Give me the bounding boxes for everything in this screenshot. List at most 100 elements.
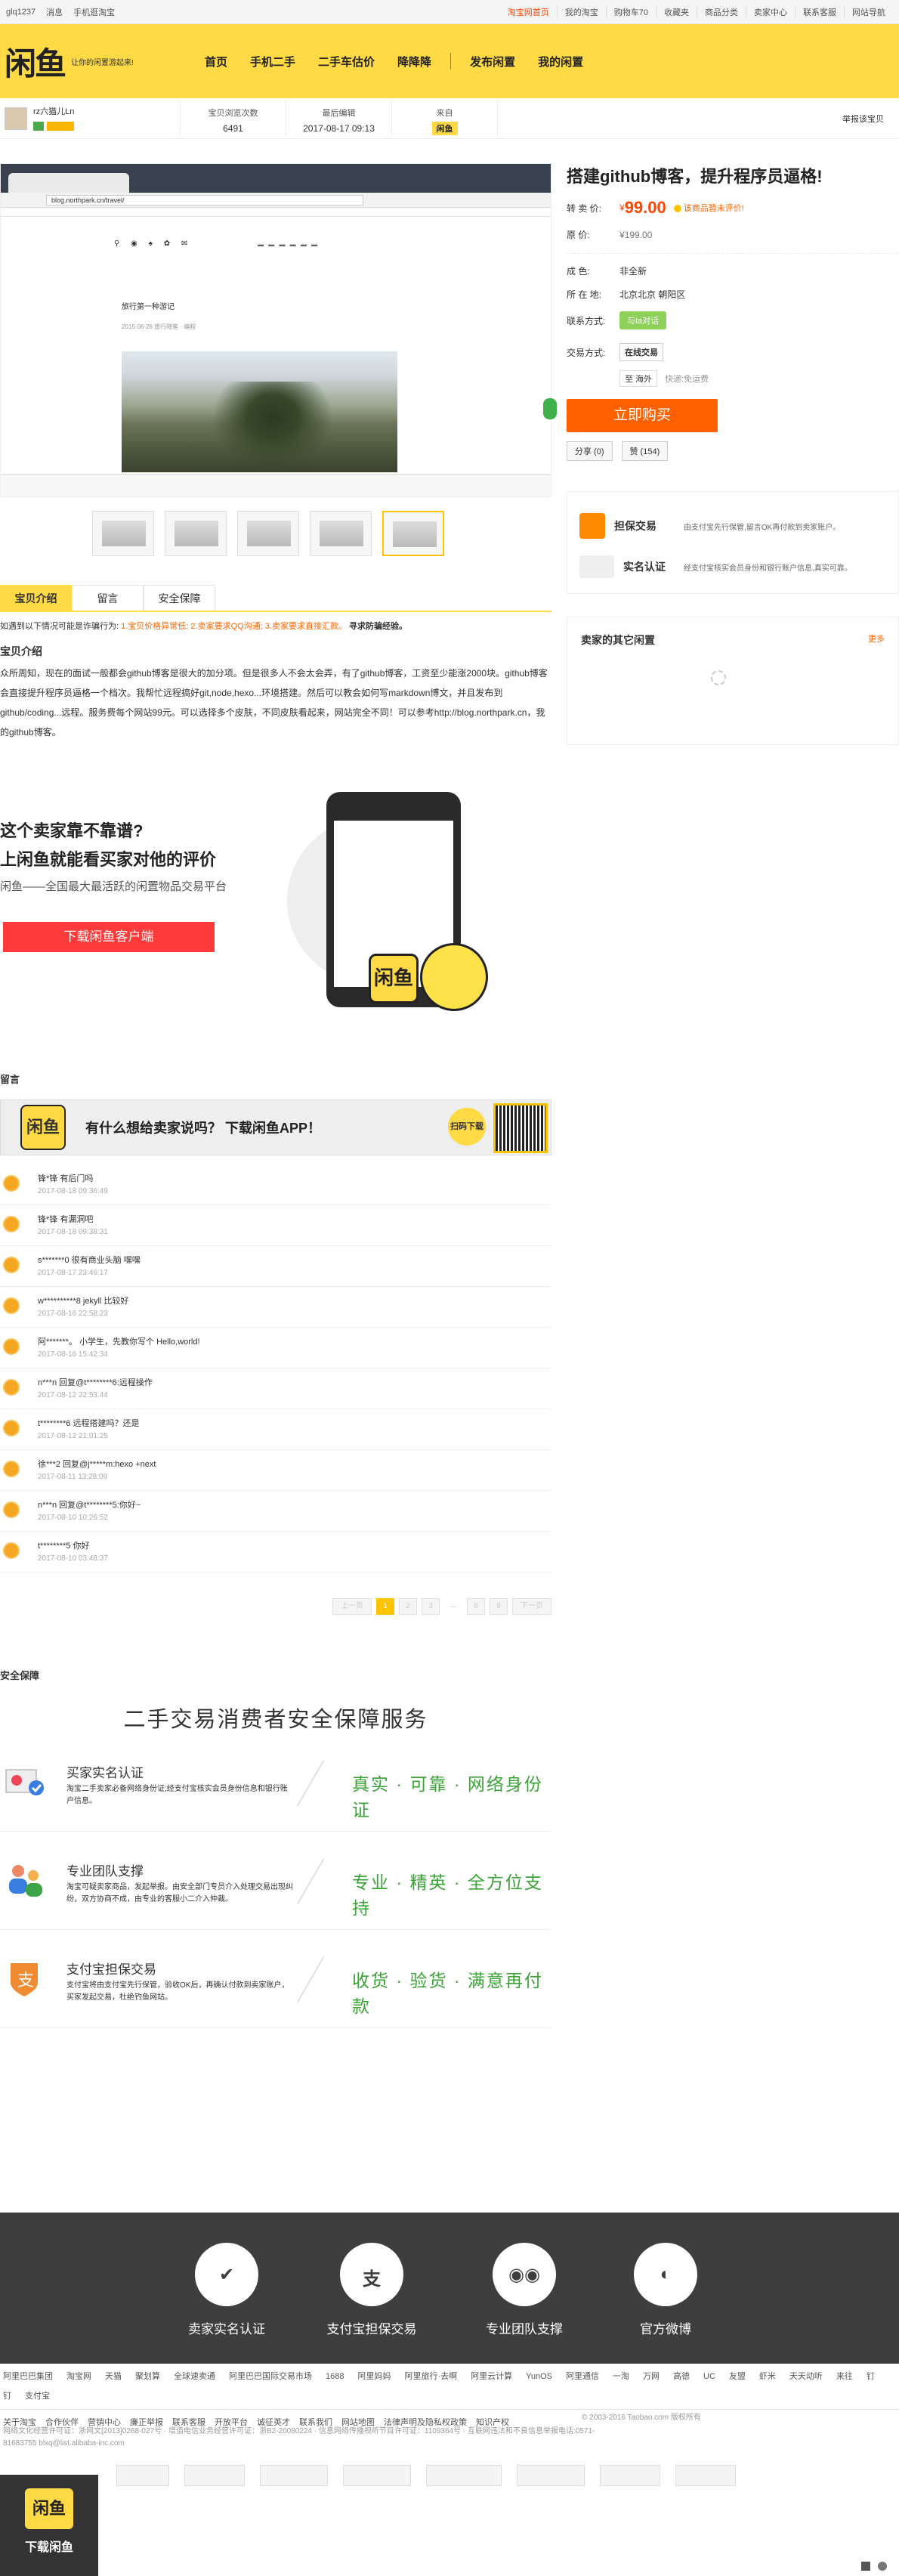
commenter-avatar[interactable] (3, 1379, 20, 1396)
nav-car[interactable]: 二手车估价 (307, 54, 386, 70)
buy-now-button[interactable]: 立即购买 (567, 399, 718, 432)
cert-badge-icon[interactable] (116, 2465, 169, 2486)
partner-link[interactable]: 支付宝 (25, 2392, 50, 2401)
page-button[interactable]: 9 (490, 1598, 508, 1615)
messages-link[interactable]: 消息 (46, 6, 63, 18)
nav-drop[interactable]: 降降降 (386, 54, 443, 70)
nav-mobile[interactable]: 手机二手 (239, 54, 307, 70)
partner-link[interactable]: 阿里巴巴集团 (3, 2372, 53, 2381)
cert-badge-icon[interactable] (260, 2465, 328, 2486)
partner-link[interactable]: 友盟 (729, 2372, 746, 2381)
main-image[interactable]: blog.northpark.cn/travel/ ⚲ ◉ ♠ ✿ ✉ ▬ ▬ … (0, 163, 557, 497)
commenter-avatar[interactable] (3, 1501, 20, 1518)
partner-link[interactable]: YunOS (526, 2372, 552, 2381)
nav-home[interactable]: 首页 (193, 54, 239, 70)
partner-link[interactable]: 天天动听 (789, 2372, 823, 2381)
cert-badge-icon[interactable] (343, 2465, 411, 2486)
thumbnail[interactable] (165, 511, 227, 556)
categories-link[interactable]: 商品分类 (697, 5, 746, 18)
thumbnail[interactable] (310, 511, 372, 556)
notice-tail[interactable]: 寻求防骗经验。 (349, 622, 407, 631)
share-button[interactable]: 分享 (0) (567, 441, 613, 461)
commenter-avatar[interactable] (3, 1338, 20, 1355)
page-button[interactable]: 1 (376, 1598, 394, 1615)
cert-badge-icon[interactable] (675, 2465, 736, 2486)
thumbnail[interactable] (382, 511, 444, 556)
commenter-avatar[interactable] (3, 1542, 20, 1559)
app-banner[interactable]: 闲鱼 有什么想给卖家说吗？ 下载闲鱼APP！ 扫码下载 (0, 1099, 551, 1155)
avatar[interactable] (5, 107, 27, 130)
prev-page-button[interactable]: 上一页 (332, 1598, 372, 1615)
footer-service-item[interactable]: 支支付宝担保交易 (307, 2243, 436, 2337)
partner-link[interactable]: 阿里旅行·去啊 (404, 2372, 457, 2381)
page-button[interactable]: 8 (467, 1598, 485, 1615)
mobile-link[interactable]: 手机逛淘宝 (73, 6, 115, 18)
partner-link[interactable]: UC (703, 2372, 715, 2381)
seller-name[interactable]: rz六猫儿Ln (33, 105, 180, 117)
cert-badge-icon[interactable] (600, 2465, 660, 2486)
commenter-avatar[interactable] (3, 1257, 20, 1273)
download-client-button[interactable]: 下载闲鱼客户端 (3, 922, 215, 952)
taobao-home-link[interactable]: 淘宝网首页 (500, 6, 557, 18)
commenter-avatar[interactable] (3, 1216, 20, 1232)
partner-link[interactable]: 阿里妈妈 (357, 2372, 391, 2381)
nav-my[interactable]: 我的闲置 (527, 54, 595, 70)
page-button[interactable]: 3 (422, 1598, 440, 1615)
app-promo: 这个卖家靠不靠谱? 上闲鱼就能看买家对他的评价 闲鱼——全国最大最活跃的闲置物品… (0, 757, 551, 1059)
comment-item: n***n 回复@t********6:远程操作 2017-08-12 22:53… (0, 1368, 551, 1409)
partner-link[interactable]: 虾米 (759, 2372, 776, 2381)
partner-link[interactable]: 阿里通信 (566, 2372, 599, 2381)
user-name[interactable]: glq1237 (6, 8, 36, 17)
footer-service-item[interactable]: ◐ 官方微博 (601, 2243, 730, 2337)
partner-link[interactable]: 淘宝网 (66, 2372, 91, 2381)
partner-link[interactable]: 阿里巴巴国际交易市场 (229, 2372, 312, 2381)
chat-button[interactable]: 与ta对话 (619, 311, 667, 329)
tab-intro[interactable]: 宝贝介绍 (0, 585, 72, 611)
tab-safety[interactable]: 安全保障 (144, 585, 215, 611)
like-button[interactable]: 赞 (154) (621, 441, 669, 461)
delivery-select[interactable]: 至 海外 (619, 370, 658, 387)
thumbnail[interactable] (237, 511, 299, 556)
report-link[interactable]: 举报该宝贝 (842, 113, 894, 125)
seller-center-link[interactable]: 卖家中心 (746, 5, 795, 18)
partner-link[interactable]: 高德 (673, 2372, 690, 2381)
more-link[interactable]: 更多 (868, 632, 885, 645)
commenter-avatar[interactable] (3, 1461, 20, 1477)
favorites-link[interactable]: 收藏夹 (656, 5, 697, 18)
next-page-button[interactable]: 下一页 (512, 1598, 551, 1615)
partner-link[interactable]: 一淘 (613, 2372, 629, 2381)
partner-link[interactable]: 1688 (326, 2372, 344, 2381)
nav-publish[interactable]: 发布闲置 (459, 54, 527, 70)
commenter-avatar[interactable] (3, 1175, 20, 1192)
page-button[interactable]: 2 (399, 1598, 417, 1615)
partner-link[interactable]: 来往 (836, 2372, 853, 2381)
footer-service-item[interactable]: ◉◉ 专业团队支撑 (460, 2243, 589, 2337)
price-hint: 该商品暂未评价! (674, 202, 744, 214)
commenter-avatar[interactable] (3, 1420, 20, 1436)
partner-link[interactable]: 阿里云计算 (471, 2372, 512, 2381)
product-title: 搭建github博客，提升程序员逼格! (567, 167, 823, 186)
partner-link[interactable]: 万网 (643, 2372, 660, 2381)
cert-badge-icon[interactable] (517, 2465, 585, 2486)
thumbnail-strip (0, 497, 551, 565)
logo[interactable]: 闲鱼 让你的闲置游起来! (5, 39, 193, 85)
customer-service-link[interactable]: 联系客服 (795, 5, 844, 18)
tab-comments[interactable]: 留言 (72, 585, 144, 611)
cert-badge-icon[interactable] (426, 2465, 502, 2486)
cart-link[interactable]: 购物车70 (605, 5, 656, 18)
partner-link[interactable]: 聚划算 (135, 2372, 160, 2381)
print-icon[interactable] (861, 2562, 870, 2571)
my-taobao-link[interactable]: 我的淘宝 (556, 5, 606, 18)
location-value: 北京北京 朝阳区 (619, 289, 686, 300)
footer-service-item[interactable]: ✔ 卖家实名认证 (162, 2243, 291, 2337)
partner-link[interactable]: 天猫 (105, 2372, 122, 2381)
download-app-float[interactable]: 闲鱼 下载闲鱼 (0, 2475, 98, 2576)
cert-badge-icon[interactable] (184, 2465, 245, 2486)
trade-method[interactable]: 在线交易 (619, 343, 663, 361)
partner-link[interactable]: 全球速卖通 (174, 2372, 215, 2381)
thumbnail[interactable] (92, 511, 154, 556)
from-value: 闲鱼 (431, 121, 458, 135)
site-nav-link[interactable]: 网站导航 (844, 5, 893, 18)
settings-icon[interactable] (878, 2562, 887, 2571)
commenter-avatar[interactable] (3, 1297, 20, 1314)
